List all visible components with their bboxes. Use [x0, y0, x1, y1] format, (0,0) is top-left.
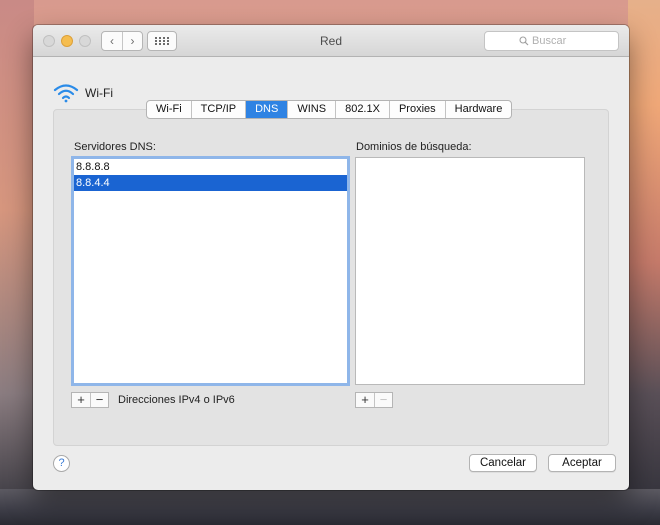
dns-servers-list[interactable]: 8.8.8.8 8.8.4.4 [71, 156, 350, 386]
remove-dns-server-button[interactable]: − [90, 393, 108, 407]
wifi-icon [53, 84, 79, 103]
search-field[interactable] [484, 31, 619, 51]
search-domains-list[interactable] [355, 157, 585, 385]
tab-wifi[interactable]: Wi-Fi [147, 101, 191, 118]
list-item-selected[interactable]: 8.8.4.4 [74, 175, 347, 191]
search-domains-label: Dominios de búsqueda: [356, 141, 472, 153]
search-input[interactable] [532, 35, 584, 47]
tab-dns[interactable]: DNS [245, 101, 288, 118]
ok-button[interactable]: Aceptar [548, 454, 616, 472]
settings-tabs: Wi-Fi TCP/IP DNS WINS 802.1X Proxies Har… [146, 100, 513, 119]
interface-header: Wi-Fi [53, 83, 113, 103]
tab-hardware[interactable]: Hardware [444, 101, 512, 118]
cancel-button[interactable]: Cancelar [469, 454, 537, 472]
list-item[interactable]: 8.8.8.8 [74, 159, 347, 175]
desktop-background-right [628, 0, 660, 525]
desktop-background-bottom [0, 489, 660, 525]
dns-settings-panel: Servidores DNS: 8.8.8.8 8.8.4.4 + − Dire… [53, 109, 609, 446]
tab-wins[interactable]: WINS [287, 101, 335, 118]
tab-tcpip[interactable]: TCP/IP [190, 101, 245, 118]
add-dns-server-button[interactable]: + [72, 393, 90, 407]
interface-name: Wi-Fi [85, 86, 113, 100]
address-format-hint: Direcciones IPv4 o IPv6 [118, 394, 235, 406]
tab-8021x[interactable]: 802.1X [335, 101, 389, 118]
title-bar: ‹ › Red [33, 25, 629, 57]
dns-servers-add-remove: + − [71, 392, 109, 408]
search-domains-add-remove: + − [355, 392, 393, 408]
dns-servers-label: Servidores DNS: [74, 141, 156, 153]
tab-proxies[interactable]: Proxies [388, 101, 445, 118]
remove-search-domain-button: − [374, 393, 392, 407]
network-preferences-window: ‹ › Red Wi [33, 25, 629, 490]
magnifier-icon [519, 36, 529, 46]
add-search-domain-button[interactable]: + [356, 393, 374, 407]
help-button[interactable]: ? [53, 455, 70, 472]
desktop-background-left [0, 0, 34, 525]
